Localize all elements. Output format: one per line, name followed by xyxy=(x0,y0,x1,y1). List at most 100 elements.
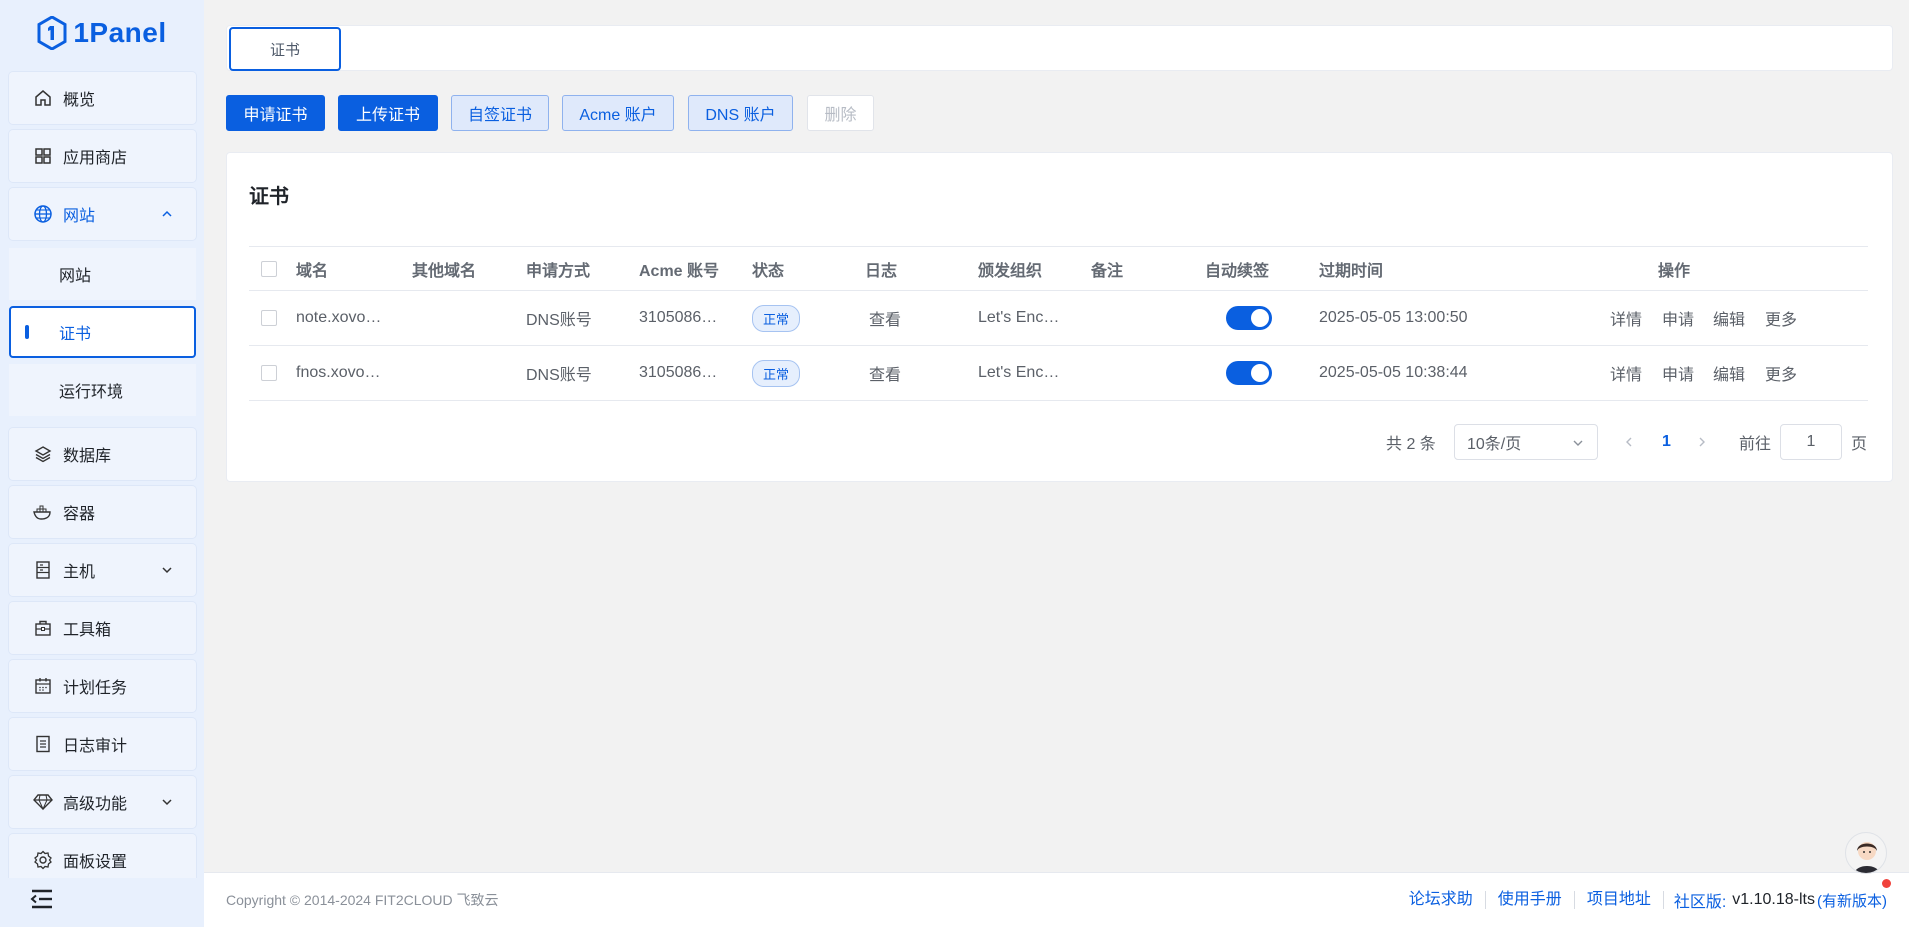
next-page-icon[interactable] xyxy=(1696,423,1708,461)
acme-account-cell: 3105086… xyxy=(639,364,718,381)
edit-link[interactable]: 编辑 xyxy=(1713,346,1745,400)
column-header-issuer: 颁发组织 xyxy=(978,262,1043,280)
apply-method-cell: DNS账号 xyxy=(526,312,592,329)
goto-label: 前往 xyxy=(1739,436,1772,453)
sidebar-item-label: 概览 xyxy=(63,92,96,109)
project-link[interactable]: 项目地址 xyxy=(1575,891,1664,909)
sidebar-item-label: 应用商店 xyxy=(63,150,128,167)
layers-icon xyxy=(33,444,53,464)
sidebar-item-label: 计划任务 xyxy=(63,680,128,697)
edit-link[interactable]: 编辑 xyxy=(1713,291,1745,345)
selected-indicator xyxy=(25,325,29,339)
grid-icon xyxy=(33,146,53,166)
current-page[interactable]: 1 xyxy=(1662,423,1671,461)
card-title: 证书 xyxy=(249,186,289,208)
page-size-select[interactable]: 10条/页 xyxy=(1454,423,1598,461)
table-row: note.xovo… DNS账号 3105086… 正常 查看 Let's En… xyxy=(249,291,1868,346)
sidebar-subitem-label: 运行环境 xyxy=(59,384,124,401)
sidebar-item-toolbox[interactable]: 工具箱 xyxy=(9,602,196,654)
status-badge: 正常 xyxy=(752,359,801,387)
select-all-checkbox[interactable] xyxy=(261,247,277,290)
sidebar-item-label: 工具箱 xyxy=(63,622,112,639)
sidebar-subitem-runtime[interactable]: 运行环境 xyxy=(9,364,196,416)
column-header-domain: 域名 xyxy=(296,262,329,280)
certificate-table: 域名 其他域名 申请方式 Acme 账号 状态 日志 颁发组织 备注 自动续签 … xyxy=(249,246,1868,401)
sidebar-item-label: 主机 xyxy=(63,564,96,581)
column-header-auto-renew: 自动续签 xyxy=(1205,262,1270,280)
chevron-down-icon xyxy=(160,563,174,577)
goto-page-input[interactable]: 1 xyxy=(1780,423,1842,461)
dns-account-button[interactable]: DNS 账户 xyxy=(688,95,793,131)
brand-name: 1Panel xyxy=(73,17,167,48)
status-badge: 正常 xyxy=(752,304,801,332)
manual-link[interactable]: 使用手册 xyxy=(1486,891,1575,909)
more-link[interactable]: 更多 xyxy=(1765,291,1797,345)
1panel-logo-icon xyxy=(37,16,67,50)
domain-cell: note.xovo… xyxy=(296,309,382,326)
sidebar-subitem-label: 网站 xyxy=(59,268,92,285)
sidebar-item-log-audit[interactable]: 日志审计 xyxy=(9,718,196,770)
sidebar-item-app-store[interactable]: 应用商店 xyxy=(9,130,196,182)
status-badge-cell: 正常 xyxy=(752,291,801,345)
sidebar-item-label: 日志审计 xyxy=(63,738,128,755)
sidebar-item-overview[interactable]: 概览 xyxy=(9,72,196,124)
sidebar-item-panel-settings[interactable]: 面板设置 xyxy=(9,834,196,878)
delete-button[interactable]: 删除 xyxy=(807,95,874,131)
sidebar-item-container[interactable]: 容器 xyxy=(9,486,196,538)
log-icon xyxy=(33,734,53,754)
sidebar-subitem-website[interactable]: 网站 xyxy=(9,248,196,300)
new-version-link[interactable]: (有新版本) xyxy=(1817,890,1887,911)
logo[interactable]: 1Panel xyxy=(0,0,204,66)
main-content: 证书 申请证书 上传证书 自签证书 Acme 账户 DNS 账户 删除 证书 域… xyxy=(204,0,1909,927)
table-header: 域名 其他域名 申请方式 Acme 账号 状态 日志 颁发组织 备注 自动续签 … xyxy=(249,246,1868,291)
tab-bar: 证书 xyxy=(226,25,1893,71)
table-row: fnos.xovo… DNS账号 3105086… 正常 查看 Let's En… xyxy=(249,346,1868,401)
assistant-avatar-icon[interactable] xyxy=(1845,832,1887,874)
sidebar-item-advanced[interactable]: 高级功能 xyxy=(9,776,196,828)
status-badge-cell: 正常 xyxy=(752,346,801,400)
page-size-value: 10条/页 xyxy=(1467,436,1522,453)
chevron-down-icon xyxy=(160,795,174,809)
sidebar-item-database[interactable]: 数据库 xyxy=(9,428,196,480)
column-header-other-domains: 其他域名 xyxy=(412,262,477,280)
chevron-down-icon xyxy=(1571,436,1585,455)
view-log-link[interactable]: 查看 xyxy=(869,291,901,345)
apply-link[interactable]: 申请 xyxy=(1662,346,1694,400)
acme-account-cell: 3105086… xyxy=(639,309,718,326)
toolbox-icon xyxy=(33,618,53,638)
apply-certificate-button[interactable]: 申请证书 xyxy=(226,95,325,131)
row-checkbox[interactable] xyxy=(261,346,277,400)
tab-certificate[interactable]: 证书 xyxy=(229,27,341,71)
view-log-link[interactable]: 查看 xyxy=(869,346,901,400)
row-checkbox[interactable] xyxy=(261,291,277,345)
self-signed-certificate-button[interactable]: 自签证书 xyxy=(451,95,549,131)
upload-certificate-button[interactable]: 上传证书 xyxy=(338,95,438,131)
auto-renew-toggle[interactable] xyxy=(1226,346,1272,400)
acme-account-button[interactable]: Acme 账户 xyxy=(562,95,674,131)
column-header-status: 状态 xyxy=(752,262,785,280)
details-link[interactable]: 详情 xyxy=(1610,346,1642,400)
copyright: Copyright © 2014-2024 FIT2CLOUD 飞致云 xyxy=(226,892,499,908)
sidebar-subitem-certificate[interactable]: 证书 xyxy=(9,306,196,358)
details-link[interactable]: 详情 xyxy=(1610,291,1642,345)
sidebar-item-label: 高级功能 xyxy=(63,796,128,813)
forum-link[interactable]: 论坛求助 xyxy=(1397,891,1486,909)
calendar-icon xyxy=(33,676,53,696)
pagination-total: 共 2 条 xyxy=(1386,436,1436,453)
more-link[interactable]: 更多 xyxy=(1765,346,1797,400)
collapse-menu-icon[interactable] xyxy=(30,888,54,910)
auto-renew-toggle[interactable] xyxy=(1226,291,1272,345)
globe-icon xyxy=(33,204,53,224)
apply-link[interactable]: 申请 xyxy=(1662,291,1694,345)
docker-icon xyxy=(33,502,53,522)
prev-page-icon[interactable] xyxy=(1623,423,1635,461)
sidebar-item-label: 容器 xyxy=(63,506,96,523)
sidebar-item-cron[interactable]: 计划任务 xyxy=(9,660,196,712)
footer-links: 论坛求助 使用手册 项目地址 社区版: v1.10.18-lts (有新版本) xyxy=(1397,888,1887,912)
domain-cell: fnos.xovo… xyxy=(296,364,381,381)
sidebar-item-website[interactable]: 网站 xyxy=(9,188,196,240)
sidebar-item-host[interactable]: 主机 xyxy=(9,544,196,596)
sidebar-subitem-label: 证书 xyxy=(59,326,92,343)
certificate-card: 证书 域名 其他域名 申请方式 Acme 账号 状态 日志 颁发组织 备注 自动… xyxy=(226,152,1893,482)
expire-time-cell: 2025-05-05 10:38:44 xyxy=(1319,364,1468,381)
